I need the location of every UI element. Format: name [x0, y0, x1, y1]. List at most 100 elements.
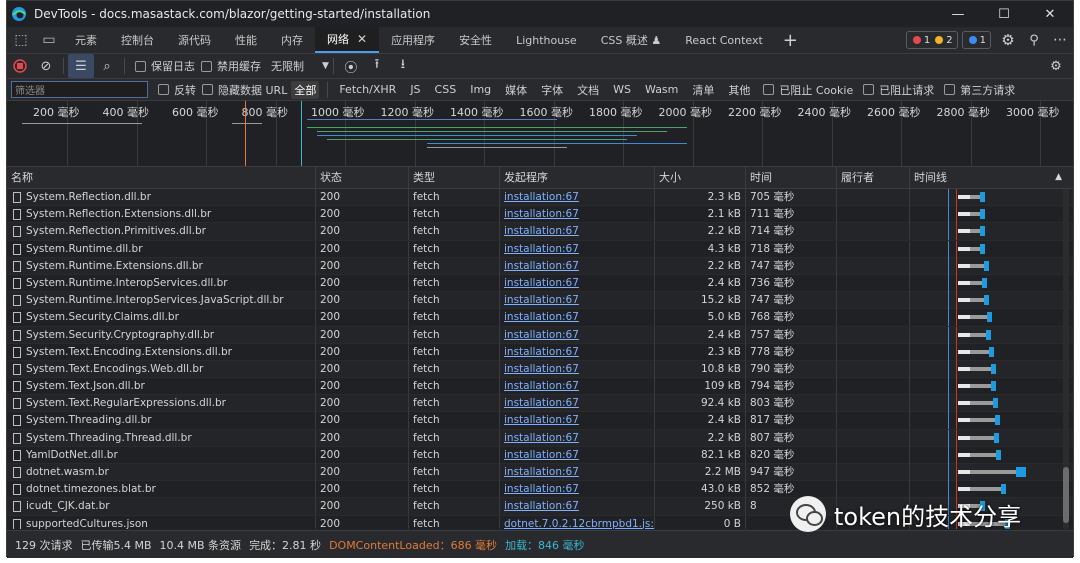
table-row[interactable]: System.Threading.Thread.dll.br 200 fetch in… [7, 429, 1073, 447]
filter-type-img[interactable]: Img [467, 82, 494, 97]
table-row[interactable]: System.Text.Encoding.Extensions.dll.br 20… [7, 343, 1073, 361]
initiator-link[interactable]: installation:67 [504, 483, 579, 495]
network-conditions-icon[interactable]: ⦿ [338, 54, 364, 78]
tab-console[interactable]: 控制台 [109, 27, 166, 53]
table-row[interactable]: System.Text.Json.dll.br 200 fetch installat… [7, 378, 1073, 396]
filter-type-ws[interactable]: WS [610, 82, 634, 97]
tab-performance[interactable]: 性能 [223, 27, 269, 53]
initiator-link[interactable]: installation:67 [504, 311, 579, 323]
filter-type-doc[interactable]: 文档 [574, 81, 602, 99]
initiator-link[interactable]: installation:67 [504, 363, 579, 375]
close-tab-icon[interactable]: ✕ [357, 32, 367, 46]
search-icon[interactable]: ⌕ [94, 54, 120, 78]
table-row[interactable]: System.Runtime.InteropServices.dll.br 200… [7, 274, 1073, 293]
tab-lighthouse[interactable]: Lighthouse [504, 27, 589, 53]
scrollbar-thumb[interactable] [1063, 467, 1069, 523]
column-header-type[interactable]: 类型 [409, 167, 500, 188]
vertical-scrollbar[interactable] [1063, 189, 1069, 529]
initiator-link[interactable]: installation:67 [504, 277, 579, 289]
filter-type-all[interactable]: 全部 [291, 80, 320, 99]
throttling-select[interactable]: 无限制 ▼ [271, 58, 329, 74]
clear-icon[interactable]: ⊘ [33, 54, 59, 78]
initiator-link[interactable]: installation:67 [504, 432, 579, 444]
column-header-name[interactable]: 名称 [7, 167, 316, 188]
initiator-link[interactable]: installation:67 [504, 208, 579, 220]
filter-input[interactable]: 筛选器 [11, 81, 148, 98]
initiator-link[interactable]: dotnet.7.0.2.12cbrmpbd1.js:5 [504, 518, 654, 529]
preserve-log-checkbox[interactable]: 保留日志 [135, 58, 195, 74]
initiator-link[interactable]: installation:67 [504, 346, 579, 358]
initiator-link[interactable]: installation:67 [504, 191, 579, 203]
filter-type-js[interactable]: JS [407, 82, 423, 97]
column-header-fulfilled-by[interactable]: 履行者 [837, 167, 910, 188]
tab-network[interactable]: 网络 ✕ [315, 27, 380, 53]
blocked-cookies-checkbox[interactable]: 已阻止 Cookie [763, 82, 853, 98]
issues-badge[interactable]: 1 2 [905, 31, 958, 49]
record-stop-icon[interactable] [7, 54, 33, 78]
initiator-link[interactable]: installation:67 [504, 225, 579, 237]
filter-type-manifest[interactable]: 清单 [689, 81, 717, 99]
tab-application[interactable]: 应用程序 [379, 27, 447, 53]
more-options-icon[interactable]: ⋯ [1047, 27, 1073, 53]
tab-memory[interactable]: 内存 [269, 27, 315, 53]
table-row[interactable]: System.Runtime.dll.br 200 fetch installatio… [7, 240, 1073, 258]
import-har-icon[interactable]: ⭱ [364, 54, 390, 78]
filter-type-media[interactable]: 媒体 [502, 81, 530, 99]
invert-checkbox[interactable]: 反转 [158, 82, 196, 98]
initiator-link[interactable]: installation:67 [504, 329, 579, 341]
table-row[interactable]: System.Runtime.Extensions.dll.br 200 fetch… [7, 257, 1073, 275]
customize-icon[interactable]: ⚲ [1021, 27, 1047, 53]
table-row[interactable]: System.Text.RegularExpressions.dll.br 200… [7, 395, 1073, 413]
close-window-button[interactable]: ✕ [1027, 1, 1073, 27]
tab-react-context[interactable]: React Context [673, 27, 775, 53]
column-header-initiator[interactable]: 发起程序 [500, 167, 655, 188]
filter-icon[interactable]: ☰ [68, 54, 94, 78]
maximize-button[interactable]: ☐ [981, 1, 1027, 27]
table-row[interactable]: System.Runtime.InteropServices.JavaScrip… [7, 292, 1073, 310]
device-toolbar-icon[interactable]: ▭ [35, 27, 63, 53]
filter-type-css[interactable]: CSS [432, 82, 460, 97]
add-tab-icon[interactable]: + [775, 30, 806, 51]
minimize-button[interactable]: — [935, 1, 981, 27]
initiator-link[interactable]: installation:67 [504, 500, 579, 512]
table-row[interactable]: System.Reflection.dll.br 200 fetch installa… [7, 189, 1073, 207]
blocked-requests-checkbox[interactable]: 已阻止请求 [863, 82, 934, 98]
filter-type-fetch-xhr[interactable]: Fetch/XHR [336, 82, 399, 97]
column-header-status[interactable]: 状态 [316, 167, 409, 188]
table-row[interactable]: System.Reflection.Primitives.dll.br 200 fe… [7, 223, 1073, 241]
hide-data-urls-checkbox[interactable]: 隐藏数据 URL [202, 82, 287, 98]
column-header-time[interactable]: 时间 [746, 167, 837, 188]
column-header-waterfall[interactable]: 时间线 ▲ [910, 167, 1070, 188]
initiator-link[interactable]: installation:67 [504, 466, 579, 478]
table-row[interactable]: YamlDotNet.dll.br 200 fetch installation:67… [7, 446, 1073, 464]
filter-type-wasm[interactable]: Wasm [642, 82, 681, 97]
column-header-size[interactable]: 大小 [655, 167, 746, 188]
table-row[interactable]: System.Security.Cryptography.dll.br 200 fe… [7, 326, 1073, 344]
overview-timeline[interactable]: 200 毫秒 400 毫秒 600 毫秒 800 毫秒 1000 毫秒 1200 毫秒 14… [7, 101, 1073, 167]
tab-css-overview[interactable]: CSS 概述 ♟ [589, 27, 674, 53]
table-row[interactable]: System.Threading.dll.br 200 fetch installat… [7, 412, 1073, 430]
table-row[interactable]: System.Reflection.Extensions.dll.br 200 fe… [7, 206, 1073, 224]
third-party-checkbox[interactable]: 第三方请求 [944, 82, 1015, 98]
initiator-link[interactable]: installation:67 [504, 449, 579, 461]
initiator-link[interactable]: installation:67 [504, 397, 579, 409]
initiator-link[interactable]: installation:67 [504, 294, 579, 306]
filter-type-other[interactable]: 其他 [725, 81, 753, 99]
tab-security[interactable]: 安全性 [447, 27, 504, 53]
table-row[interactable]: System.Security.Claims.dll.br 200 fetch ins… [7, 309, 1073, 327]
filter-type-font[interactable]: 字体 [538, 81, 566, 99]
info-badge[interactable]: 1 [961, 31, 991, 49]
network-settings-gear-icon[interactable]: ⚙ [1043, 54, 1069, 78]
initiator-link[interactable]: installation:67 [504, 380, 579, 392]
table-row[interactable]: dotnet.wasm.br 200 fetch installation:67 2.2… [7, 464, 1073, 482]
table-row[interactable]: System.Text.Encodings.Web.dll.br 200 fetch… [7, 360, 1073, 379]
inspect-element-icon[interactable]: ⬚ [7, 27, 35, 53]
disable-cache-checkbox[interactable]: 禁用缓存 [201, 58, 261, 74]
settings-gear-icon[interactable]: ⚙ [995, 27, 1021, 53]
tab-elements[interactable]: 元素 [63, 27, 109, 53]
initiator-link[interactable]: installation:67 [504, 243, 579, 255]
export-har-icon[interactable]: ⭳ [390, 54, 416, 78]
tab-sources[interactable]: 源代码 [166, 27, 223, 53]
initiator-link[interactable]: installation:67 [504, 414, 579, 426]
initiator-link[interactable]: installation:67 [504, 260, 579, 272]
